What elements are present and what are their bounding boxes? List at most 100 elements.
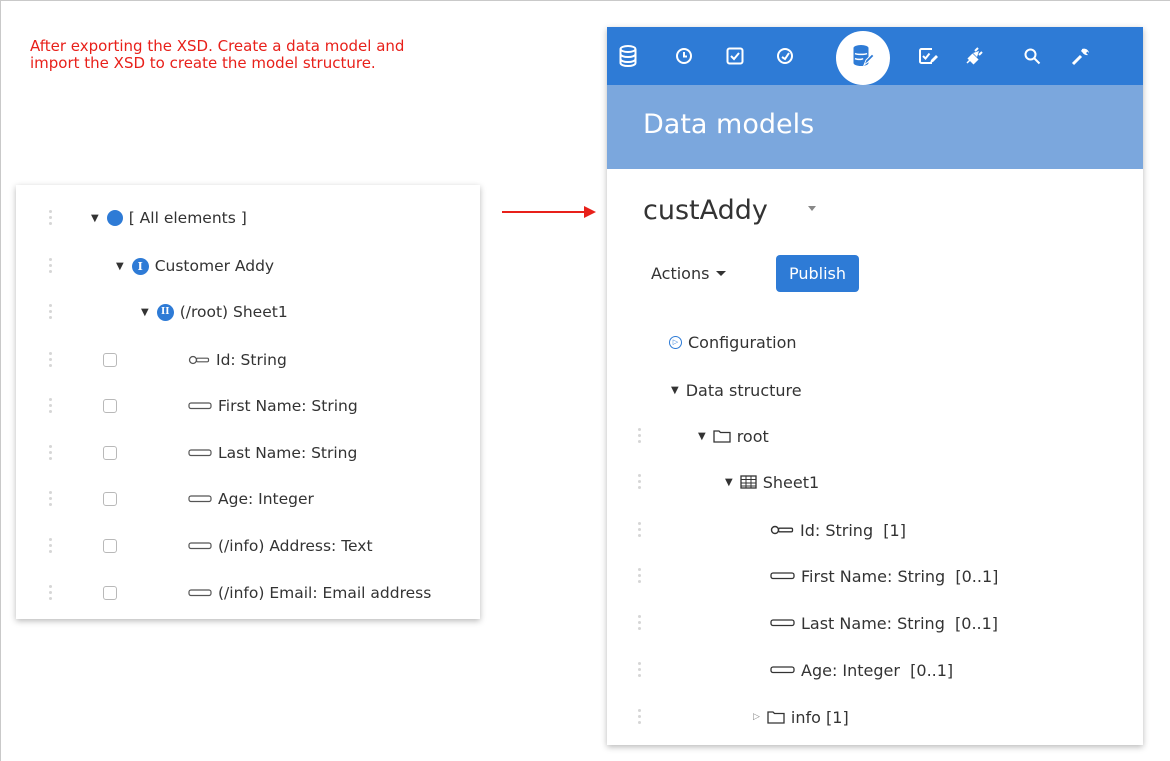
tree-label: Configuration bbox=[688, 332, 797, 352]
tree-label: Id: String [1] bbox=[800, 520, 906, 540]
field-icon bbox=[188, 449, 212, 457]
tree-row-all-elements[interactable]: ▼ [ All elements ] bbox=[16, 195, 480, 241]
tree-row-address[interactable]: (/info) Address: Text bbox=[16, 523, 480, 569]
element-tree-panel: ▼ [ All elements ] ▼ I Customer Addy ▼ I… bbox=[16, 185, 480, 619]
tree-row-customer-addy[interactable]: ▼ I Customer Addy bbox=[16, 243, 480, 289]
annotation-note: After exporting the XSD. Create a data m… bbox=[30, 37, 405, 72]
annotation-arrow bbox=[502, 211, 586, 213]
drag-handle[interactable] bbox=[49, 352, 53, 368]
drag-handle[interactable] bbox=[49, 304, 53, 320]
tree-label: root bbox=[736, 426, 769, 446]
tree-row-last-name[interactable]: Last Name: String bbox=[16, 430, 480, 476]
drag-handle[interactable] bbox=[638, 709, 642, 725]
data-models-icon[interactable] bbox=[840, 27, 886, 85]
expand-caret-icon[interactable]: ▼ bbox=[671, 385, 679, 396]
drag-handle[interactable] bbox=[49, 398, 53, 414]
tree-item-age[interactable]: Age: Integer [0..1] bbox=[607, 647, 1143, 693]
wrench-icon[interactable] bbox=[1058, 27, 1104, 85]
tree-label: (/info) Email: Email address bbox=[218, 584, 432, 602]
folder-icon bbox=[713, 429, 731, 443]
tree-label: Age: Integer [0..1] bbox=[801, 660, 954, 680]
drag-handle[interactable] bbox=[638, 428, 642, 444]
tree-label: Sheet1 bbox=[762, 472, 820, 492]
field-icon bbox=[188, 542, 212, 550]
tree-item-data-structure[interactable]: ▼ Data structure bbox=[607, 367, 1143, 413]
expand-caret-icon[interactable]: ▼ bbox=[698, 431, 706, 442]
tree-label: Age: Integer bbox=[218, 490, 314, 508]
publish-button[interactable]: Publish bbox=[776, 255, 859, 292]
tree-row-first-name[interactable]: First Name: String bbox=[16, 383, 480, 429]
chevron-down-icon bbox=[716, 271, 727, 276]
search-icon[interactable] bbox=[1009, 27, 1055, 85]
level-one-badge-icon: I bbox=[131, 257, 149, 275]
actions-menu[interactable]: Actions bbox=[651, 264, 727, 283]
select-checkbox[interactable] bbox=[103, 446, 117, 460]
tree-item-last-name[interactable]: Last Name: String [0..1] bbox=[607, 600, 1143, 646]
tree-label: First Name: String bbox=[218, 397, 358, 415]
tree-label: info [1] bbox=[790, 707, 849, 727]
drag-handle[interactable] bbox=[638, 474, 642, 490]
select-checkbox[interactable] bbox=[103, 399, 117, 413]
annotation-arrow-head bbox=[584, 206, 596, 218]
field-icon bbox=[770, 619, 795, 627]
drag-handle[interactable] bbox=[638, 615, 642, 631]
drag-handle[interactable] bbox=[49, 210, 53, 226]
drag-handle[interactable] bbox=[638, 522, 642, 538]
tree-label: Customer Addy bbox=[154, 257, 275, 275]
key-icon bbox=[188, 355, 210, 365]
tree-row-age[interactable]: Age: Integer bbox=[16, 476, 480, 522]
model-dropdown-icon[interactable] bbox=[808, 206, 816, 211]
gauge-icon[interactable] bbox=[762, 27, 808, 85]
tree-item-id[interactable]: Id: String [1] bbox=[607, 507, 1143, 553]
table-icon bbox=[740, 475, 757, 489]
tree-row-id[interactable]: Id: String bbox=[16, 337, 480, 383]
tree-row-email[interactable]: (/info) Email: Email address bbox=[16, 570, 480, 616]
key-icon bbox=[770, 525, 794, 535]
expand-caret-icon[interactable]: ▷ bbox=[753, 712, 760, 722]
tree-label: Last Name: String [0..1] bbox=[801, 613, 999, 633]
expand-caret-icon[interactable]: ▼ bbox=[141, 307, 149, 318]
tree-row-sheet1[interactable]: ▼ II (/root) Sheet1 bbox=[16, 289, 480, 335]
tree-item-root[interactable]: ▼ root bbox=[607, 413, 1143, 459]
drag-handle[interactable] bbox=[49, 445, 53, 461]
tree-item-info[interactable]: ▷ info [1] bbox=[607, 694, 1143, 740]
tree-item-configuration[interactable]: ▷ Configuration bbox=[607, 319, 1143, 365]
drag-handle[interactable] bbox=[49, 258, 53, 274]
drag-handle[interactable] bbox=[49, 585, 53, 601]
model-name: custAddy bbox=[643, 195, 768, 226]
page-title: Data models bbox=[643, 109, 815, 140]
checkbox-icon[interactable] bbox=[712, 27, 758, 85]
tree-label: (/info) Address: Text bbox=[218, 537, 373, 555]
select-checkbox[interactable] bbox=[103, 353, 117, 367]
level-two-badge-icon: II bbox=[156, 303, 174, 321]
select-checkbox[interactable] bbox=[103, 586, 117, 600]
drag-handle[interactable] bbox=[638, 662, 642, 678]
clock-icon[interactable] bbox=[661, 27, 707, 85]
field-icon bbox=[770, 666, 795, 674]
select-checkbox[interactable] bbox=[103, 492, 117, 506]
root-dot-icon bbox=[106, 210, 123, 226]
tree-label: Id: String bbox=[216, 351, 287, 369]
tree-item-sheet1[interactable]: ▼ Sheet1 bbox=[607, 459, 1143, 505]
expand-caret-icon[interactable]: ▼ bbox=[91, 213, 99, 224]
select-checkbox[interactable] bbox=[103, 539, 117, 553]
tree-label: First Name: String [0..1] bbox=[801, 566, 999, 586]
tree-label: (/root) Sheet1 bbox=[179, 303, 288, 321]
field-icon bbox=[188, 495, 212, 503]
tree-item-first-name[interactable]: First Name: String [0..1] bbox=[607, 553, 1143, 599]
task-edit-icon[interactable] bbox=[905, 27, 951, 85]
plug-icon[interactable] bbox=[951, 27, 997, 85]
tree-label: [ All elements ] bbox=[128, 209, 247, 227]
top-toolbar bbox=[607, 27, 1143, 85]
expand-caret-icon[interactable]: ▼ bbox=[725, 477, 733, 488]
field-icon bbox=[770, 572, 795, 580]
drag-handle[interactable] bbox=[49, 538, 53, 554]
drag-handle[interactable] bbox=[638, 568, 642, 584]
configuration-icon: ▷ bbox=[669, 335, 682, 349]
tree-label: Data structure bbox=[685, 380, 802, 400]
field-icon bbox=[188, 589, 212, 597]
expand-caret-icon[interactable]: ▼ bbox=[116, 261, 124, 272]
database-icon[interactable] bbox=[607, 27, 651, 85]
tree-label: Last Name: String bbox=[218, 444, 358, 462]
drag-handle[interactable] bbox=[49, 491, 53, 507]
